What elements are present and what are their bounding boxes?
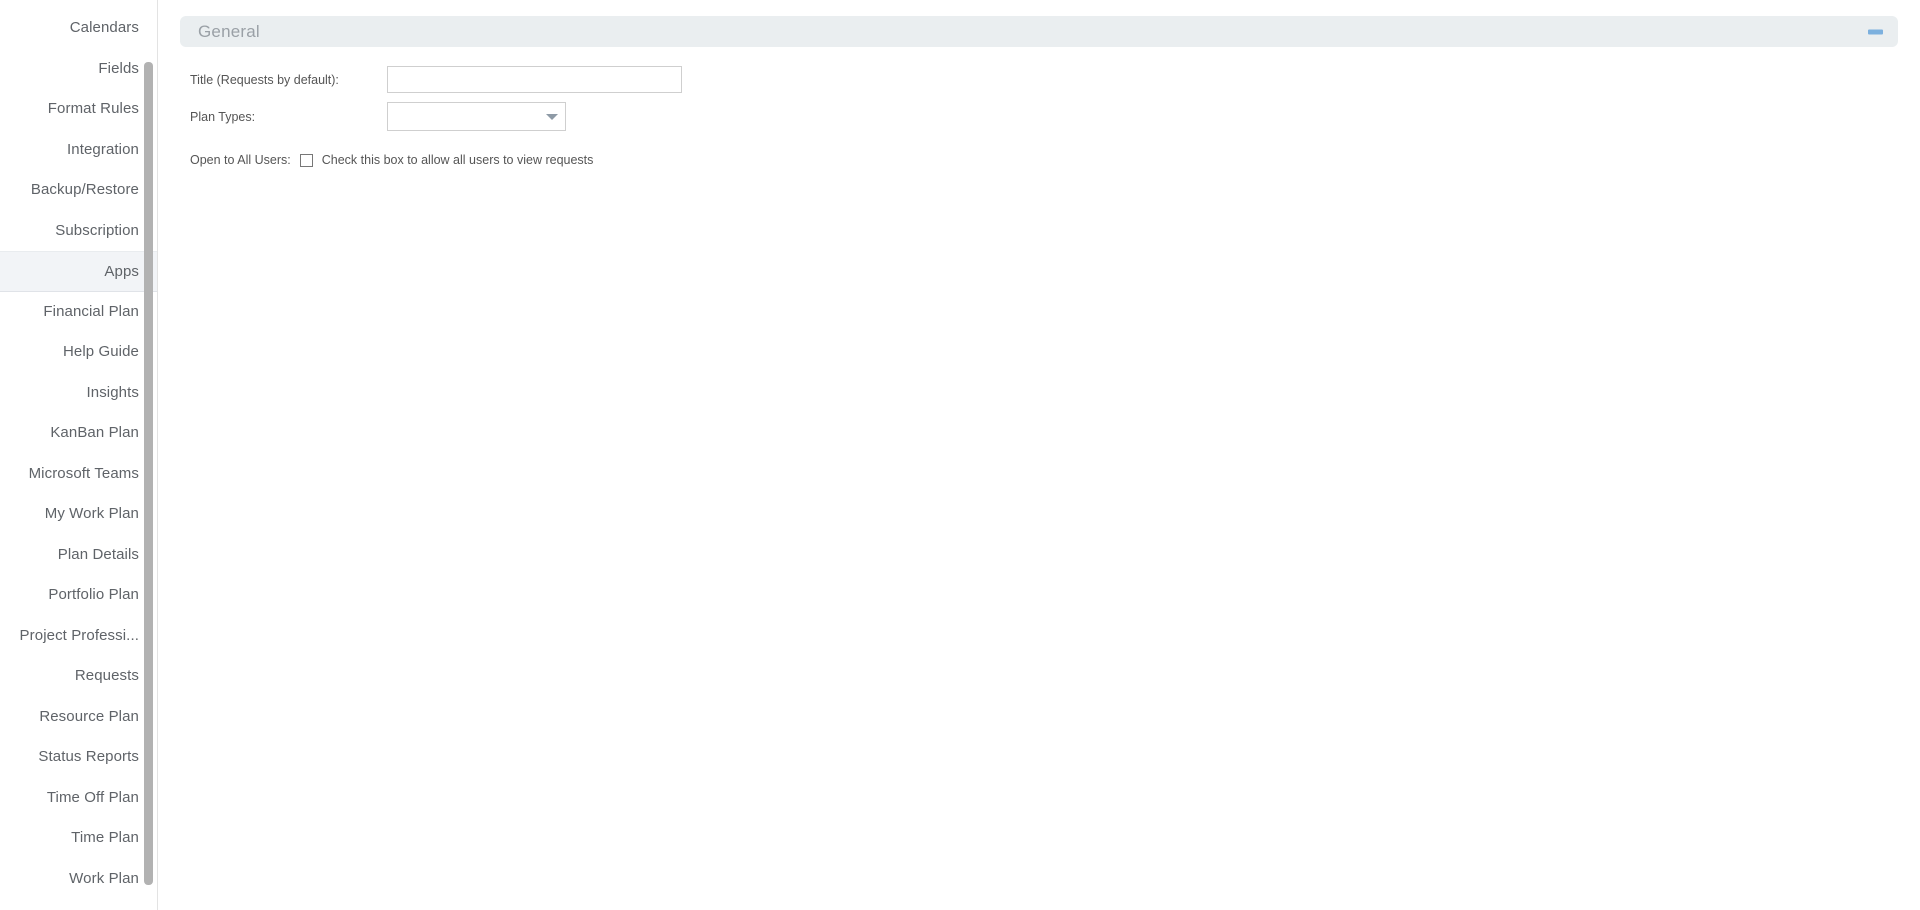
sidebar-item-label: KanBan Plan xyxy=(50,424,139,441)
sidebar-item-time-off-plan[interactable]: Time Off Plan xyxy=(0,778,158,819)
sidebar-item-label: Requests xyxy=(75,667,139,684)
sidebar-item-label: Financial Plan xyxy=(43,303,139,320)
sidebar-item-label: Work Plan xyxy=(69,870,139,887)
sidebar-item-help-guide[interactable]: Help Guide xyxy=(0,332,158,373)
collapse-panel-button[interactable] xyxy=(1867,23,1884,40)
sidebar-item-work-plan[interactable]: Work Plan xyxy=(0,859,158,900)
content-area: General Title (Requests by default): Pla… xyxy=(158,0,1920,910)
sidebar-item-label: Microsoft Teams xyxy=(29,465,139,482)
sidebar-item-project-professi[interactable]: Project Professi... xyxy=(0,616,158,657)
minus-icon xyxy=(1868,29,1883,34)
sidebar-item-calendars[interactable]: Calendars xyxy=(0,8,158,49)
sidebar-item-portfolio-plan[interactable]: Portfolio Plan xyxy=(0,575,158,616)
open-to-all-users-row: Open to All Users: Check this box to all… xyxy=(180,143,1898,177)
sidebar-item-status-reports[interactable]: Status Reports xyxy=(0,737,158,778)
app-root: Calendars Fields Format Rules Integration Ba… xyxy=(0,0,1920,910)
sidebar-item-label: Status Reports xyxy=(38,748,139,765)
sidebar-item-list: Calendars Fields Format Rules Integration Ba… xyxy=(0,8,158,899)
panel-body: Title (Requests by default): Plan Types:… xyxy=(180,47,1898,177)
open-to-all-users-hint: Check this box to allow all users to vie… xyxy=(322,153,594,167)
sidebar-item-label: Insights xyxy=(87,384,140,401)
sidebar-item-kanban-plan[interactable]: KanBan Plan xyxy=(0,413,158,454)
chevron-down-icon xyxy=(539,103,565,130)
sidebar-scrollbar-track[interactable] xyxy=(146,0,155,910)
sidebar-item-label: Integration xyxy=(67,141,139,158)
sidebar-item-fields[interactable]: Fields xyxy=(0,49,158,90)
sidebar-item-apps[interactable]: Apps xyxy=(0,251,158,292)
sidebar-item-subscription[interactable]: Subscription xyxy=(0,211,158,252)
sidebar-item-label: Resource Plan xyxy=(39,708,139,725)
sidebar-scrollbar-thumb[interactable] xyxy=(144,62,153,885)
sidebar-item-label: Fields xyxy=(98,60,139,77)
title-field-row: Title (Requests by default): xyxy=(180,61,1898,98)
sidebar-item-format-rules[interactable]: Format Rules xyxy=(0,89,158,130)
sidebar-item-label: Backup/Restore xyxy=(31,181,139,198)
sidebar-item-label: Help Guide xyxy=(63,343,139,360)
sidebar-item-integration[interactable]: Integration xyxy=(0,130,158,171)
panel-header: General xyxy=(180,16,1898,47)
sidebar-item-my-work-plan[interactable]: My Work Plan xyxy=(0,494,158,535)
page-title: General xyxy=(198,22,260,42)
open-to-all-users-checkbox[interactable] xyxy=(300,154,313,167)
sidebar-item-label: Time Plan xyxy=(71,829,139,846)
plan-types-field-row: Plan Types: xyxy=(180,98,1898,135)
sidebar-item-plan-details[interactable]: Plan Details xyxy=(0,535,158,576)
general-settings-panel: General Title (Requests by default): Pla… xyxy=(180,16,1898,177)
sidebar-item-time-plan[interactable]: Time Plan xyxy=(0,818,158,859)
sidebar-item-label: My Work Plan xyxy=(45,505,139,522)
sidebar-item-label: Portfolio Plan xyxy=(48,586,139,603)
sidebar-item-label: Calendars xyxy=(70,19,139,36)
sidebar-item-label: Format Rules xyxy=(48,100,139,117)
plan-types-select[interactable] xyxy=(387,102,566,131)
sidebar-item-label: Project Professi... xyxy=(20,627,139,644)
sidebar-item-label: Subscription xyxy=(55,222,139,239)
sidebar-item-financial-plan[interactable]: Financial Plan xyxy=(0,292,158,333)
title-field-label: Title (Requests by default): xyxy=(180,73,387,87)
open-to-all-users-label: Open to All Users: xyxy=(180,153,291,167)
sidebar-item-microsoft-teams[interactable]: Microsoft Teams xyxy=(0,454,158,495)
sidebar-item-label: Time Off Plan xyxy=(47,789,139,806)
title-input[interactable] xyxy=(387,66,682,93)
sidebar-item-requests[interactable]: Requests xyxy=(0,656,158,697)
sidebar-item-label: Apps xyxy=(104,263,139,280)
sidebar-item-insights[interactable]: Insights xyxy=(0,373,158,414)
sidebar-item-label: Plan Details xyxy=(58,546,139,563)
sidebar-item-backup-restore[interactable]: Backup/Restore xyxy=(0,170,158,211)
sidebar-item-resource-plan[interactable]: Resource Plan xyxy=(0,697,158,738)
settings-sidebar: Calendars Fields Format Rules Integration Ba… xyxy=(0,0,158,910)
plan-types-field-label: Plan Types: xyxy=(180,110,387,124)
